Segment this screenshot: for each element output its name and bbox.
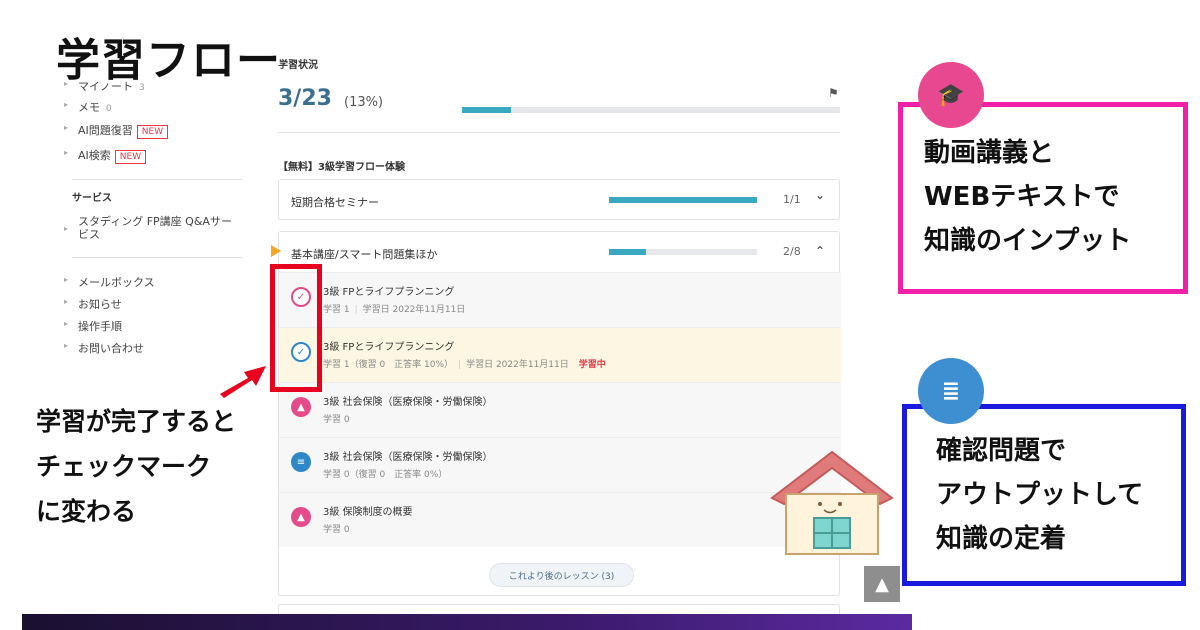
chevron-up-icon[interactable]: ⌃ <box>815 244 825 258</box>
lesson-row-current[interactable]: ✓ 3級 FPとライフプランニング 学習 1（復習 0 正答率 10%） | 学習日… <box>279 327 841 382</box>
sidebar-divider <box>72 257 242 258</box>
new-badge: NEW <box>114 150 147 164</box>
sidebar-item-label: AI検索 <box>78 149 111 162</box>
divider <box>278 132 840 133</box>
lesson-row[interactable]: ▲ 3級 社会保険（医療保険・労働保険） 学習 0 <box>279 382 841 437</box>
arrow-up-icon: ▲ <box>875 573 889 595</box>
callout-video-line-3: 知識のインプット <box>924 226 1132 256</box>
slide-title: 学習フロー <box>53 32 284 90</box>
lesson-count: 学習 1 <box>323 305 350 315</box>
course-progress-bar <box>609 249 757 255</box>
lesson-count: 学習 1（復習 0 正答率 10%） <box>323 360 454 370</box>
chevron-down-icon[interactable]: ⌄ <box>815 188 825 202</box>
red-arrow-icon <box>220 366 266 398</box>
document-icon: ≣ <box>918 358 984 424</box>
lesson-meta: 学習 0 <box>323 525 350 535</box>
course-card-basic-course: 基本講座/スマート問題集ほか 2/8 ⌃ ✓ 3級 FPとライフプランニング 学… <box>271 231 841 596</box>
sidebar-item-manual[interactable]: ▸ 操作手順 <box>64 318 122 334</box>
new-badge: NEW <box>136 125 169 139</box>
triangle-right-icon: ▸ <box>64 319 69 328</box>
triangle-right-icon: ▸ <box>64 123 69 132</box>
course-progress-fill <box>609 197 757 203</box>
course-title: 基本講座/スマート問題集ほか <box>291 248 438 261</box>
lesson-meta: 学習 1（復習 0 正答率 10%） | 学習日 2022年11月11日 学習中 <box>323 360 606 370</box>
course-progress-fill <box>609 249 646 255</box>
lesson-title: 3級 社会保険（医療保険・労働保険） <box>323 452 493 463</box>
note-line-2: チェックマーク <box>33 450 213 484</box>
sidebar-item-mailbox[interactable]: ▸ メールボックス <box>64 274 155 290</box>
lesson-row[interactable]: ≡ 3級 社会保険（医療保険・労働保険） 学習 0（復習 0 正答率 0%） <box>279 437 841 492</box>
overall-progress-bar <box>462 107 840 113</box>
sidebar-item-label: お知らせ <box>78 298 122 311</box>
sidebar-item-memo[interactable]: ▸ メモ 0 <box>64 99 112 115</box>
overall-progress-fill <box>462 107 512 113</box>
lesson-title: 3級 保険制度の概要 <box>323 507 413 518</box>
course-count: 1/1 <box>783 193 801 206</box>
lesson-row[interactable]: ✓ 3級 FPとライフプランニング 学習 1 | 学習日 2022年11月11日 <box>279 272 841 327</box>
sidebar-item-label: お問い合わせ <box>78 342 144 355</box>
document-icon: ≡ <box>291 452 311 472</box>
sidebar: ▸ マイノート 3 ▸ メモ 0 ▸ AI問題復習 NEW ▸ AI検索 NEW サービ… <box>22 42 254 622</box>
study-status-label: 学習状況 <box>278 60 318 71</box>
callout-video-line-2: WEBテキストで <box>924 182 1120 212</box>
sidebar-item-label-line1: スタディング FP講座 Q&Aサー <box>78 215 232 228</box>
flag-icon[interactable]: ⚑ <box>828 86 839 100</box>
lesson-meta: 学習 0（復習 0 正答率 0%） <box>323 470 448 480</box>
course-count: 2/8 <box>783 245 801 258</box>
note-line-3: に変わる <box>33 495 138 529</box>
sidebar-item-ai-search[interactable]: ▸ AI検索 NEW <box>64 147 147 164</box>
lesson-row[interactable]: ▲ 3級 保険制度の概要 学習 0 <box>279 492 841 547</box>
sidebar-item-label: 操作手順 <box>78 320 122 333</box>
house-illustration <box>770 450 894 555</box>
callout-quiz-line-2: アウトプットして <box>936 480 1144 510</box>
callout-video-line-1: 動画講義と <box>924 138 1055 168</box>
sidebar-item-label: メールボックス <box>78 276 155 289</box>
lesson-meta: 学習 1 | 学習日 2022年11月11日 <box>323 305 466 315</box>
triangle-right-icon: ▸ <box>64 341 69 350</box>
callout-quiz-line-1: 確認問題で <box>936 436 1067 466</box>
graduation-cap-icon: 🎓 <box>918 62 984 128</box>
lesson-title: 3級 社会保険（医療保険・労働保険） <box>323 397 493 408</box>
triangle-right-icon: ▸ <box>64 275 69 284</box>
sidebar-item-label: AI問題復習 <box>78 124 133 137</box>
callout-quiz-line-3: 知識の定着 <box>936 524 1067 554</box>
sidebar-item-label: メモ <box>78 101 100 114</box>
lesson-date: 学習日 2022年11月11日 <box>362 305 466 315</box>
note-line-1: 学習が完了すると <box>33 405 238 439</box>
lesson-date: 学習日 2022年11月11日 <box>466 360 569 370</box>
scroll-to-top-button[interactable]: ▲ <box>864 566 900 602</box>
current-course-marker-icon <box>271 245 281 257</box>
slide: ▸ マイノート 3 ▸ メモ 0 ▸ AI問題復習 NEW ▸ AI検索 NEW サービ… <box>0 0 1200 630</box>
progress-percent: (13%) <box>344 95 384 110</box>
sidebar-item-label-line2: ビス <box>78 228 100 241</box>
course-progress-bar <box>609 197 757 203</box>
sidebar-heading-services: サービス <box>72 193 112 204</box>
sidebar-item-ai-review[interactable]: ▸ AI問題復習 NEW <box>64 122 169 139</box>
sidebar-divider <box>72 179 242 180</box>
triangle-right-icon: ▸ <box>64 148 69 157</box>
progress-count: 3/23 <box>278 86 332 111</box>
sidebar-item-count: 0 <box>106 104 112 114</box>
later-lessons-button[interactable]: これより後のレッスン (3) <box>489 563 634 587</box>
course-group-label: 【無料】3級学習フロー体験 <box>278 162 405 173</box>
lesson-status-badge: 学習中 <box>578 360 606 370</box>
highlight-box <box>270 264 322 392</box>
graduation-cap-icon: ▲ <box>291 397 311 417</box>
triangle-right-icon: ▸ <box>64 224 69 233</box>
triangle-right-icon: ▸ <box>64 100 69 109</box>
sidebar-item-qa-service[interactable]: ▸ スタディング FP講座 Q&Aサー ビス <box>64 215 232 241</box>
graduation-cap-icon: ▲ <box>291 507 311 527</box>
sidebar-item-news[interactable]: ▸ お知らせ <box>64 296 122 312</box>
course-card-short-seminar[interactable]: 短期合格セミナー 1/1 ⌄ <box>278 179 840 220</box>
lesson-meta: 学習 0 <box>323 415 350 425</box>
lesson-title: 3級 FPとライフプランニング <box>323 342 455 353</box>
triangle-right-icon: ▸ <box>64 297 69 306</box>
lesson-title: 3級 FPとライフプランニング <box>323 287 455 298</box>
course-title: 短期合格セミナー <box>291 196 379 209</box>
sidebar-item-contact[interactable]: ▸ お問い合わせ <box>64 340 144 356</box>
bottom-bar <box>22 614 912 630</box>
